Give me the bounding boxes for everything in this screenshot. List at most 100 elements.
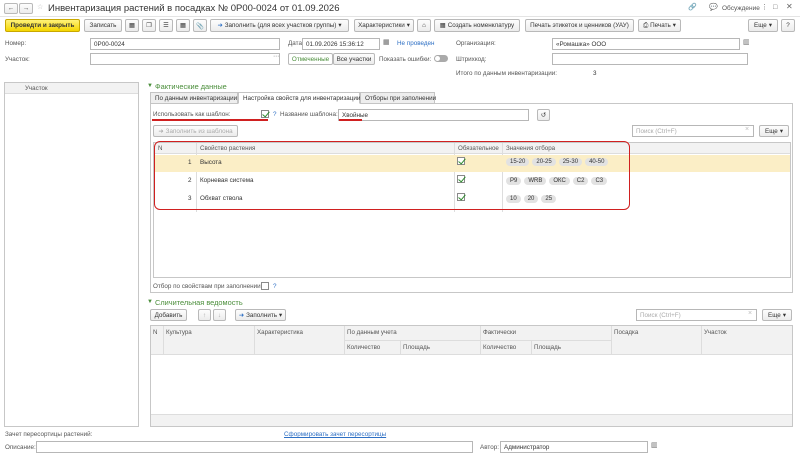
add-button[interactable]: Добавить	[150, 309, 187, 321]
fill-all-button[interactable]: ➜ Заполнить (для всех участков группы) ▾	[210, 19, 349, 32]
dropdown-icon[interactable]: ⋯	[273, 54, 279, 60]
underline-template-name	[339, 119, 362, 121]
print-button[interactable]: ⎙ Печать ▾	[638, 19, 681, 32]
col-qty: Количество	[347, 344, 381, 351]
attach-icon[interactable]: 📎	[193, 19, 207, 32]
col-qty2: Количество	[483, 344, 517, 351]
col-divider	[254, 326, 255, 355]
save-button[interactable]: Записать	[84, 19, 122, 32]
col-characteristic: Характеристика	[257, 329, 303, 336]
table-icon[interactable]: ▦	[176, 19, 190, 32]
structure-icon[interactable]: ▦	[125, 19, 139, 32]
fill-arrow-icon: ➜	[238, 311, 245, 319]
actual-section-title[interactable]: Фактические данные	[155, 82, 227, 91]
search-input[interactable]: Поиск (Ctrl+F)	[632, 125, 754, 137]
more-button[interactable]: Еще ▾	[748, 19, 778, 32]
all-plots-button[interactable]: Все участки	[333, 53, 375, 65]
filter-checkbox[interactable]	[261, 282, 269, 290]
col-divider	[531, 340, 532, 355]
plot-field[interactable]	[90, 53, 280, 65]
fill-from-template-button[interactable]: ➜ Заполнить из шаблона	[153, 125, 238, 137]
calendar-icon[interactable]: ▦	[383, 39, 390, 46]
header-divider	[344, 340, 611, 341]
chevron-down-icon: ▾	[406, 22, 410, 29]
open-icon[interactable]: ▥	[651, 442, 658, 449]
show-errors-label: Показать ошибки:	[379, 56, 432, 63]
tab-inventory-data[interactable]: По данным инвентаризации	[150, 92, 238, 104]
col-planting: Посадка	[614, 329, 639, 336]
chevron-down-icon: ▾	[338, 22, 342, 29]
clear-search-icon[interactable]: ×	[748, 310, 752, 317]
col-area: Площадь	[403, 344, 430, 351]
forward-button[interactable]: →	[19, 3, 33, 14]
filter-label: Отбор по свойствам при заполнении:	[153, 283, 263, 290]
author-label: Автор:	[480, 444, 499, 451]
more-button[interactable]: Еще ▾	[759, 125, 789, 137]
barcode-label: Штрихкод:	[456, 56, 487, 63]
filter-help[interactable]: ?	[273, 283, 277, 290]
tab-fill-filters[interactable]: Отборы при заполнении	[360, 92, 436, 104]
offset-link[interactable]: Сформировать зачет пересортицы	[284, 431, 386, 438]
chat-icon[interactable]: 💬	[709, 4, 718, 11]
more-button[interactable]: Еще ▾	[762, 309, 792, 321]
col-actual: Фактически	[483, 329, 517, 336]
help-button[interactable]: ?	[781, 19, 795, 32]
count-section-title[interactable]: Сличительная ведомость	[155, 298, 243, 307]
chevron-down-icon: ▾	[768, 22, 772, 29]
characteristics-button[interactable]: Характеристики ▾	[354, 19, 414, 32]
collapse-icon[interactable]: ▼	[147, 83, 153, 89]
show-errors-toggle[interactable]	[434, 55, 448, 62]
open-icon[interactable]: ▥	[743, 39, 750, 46]
col-divider	[400, 340, 401, 355]
marked-button[interactable]: Отмеченные	[288, 53, 333, 65]
template-name-label: Название шаблона:	[280, 111, 338, 118]
home-icon[interactable]: ⌂	[417, 19, 431, 32]
barcode-icon[interactable]: ☰	[159, 19, 173, 32]
toggle-knob	[435, 56, 440, 61]
col-plot: Участок	[704, 329, 727, 336]
author-field[interactable]: Администратор	[500, 441, 648, 453]
tab-property-settings[interactable]: Настройка свойств для инвентаризации	[238, 92, 360, 104]
description-label: Описание:	[5, 444, 36, 451]
use-template-checkbox[interactable]	[261, 110, 269, 118]
date-field[interactable]: 01.09.2026 15:36:12	[302, 38, 380, 50]
print-labels-button[interactable]: Печать этикеток и ценников (УАУ)	[525, 19, 634, 32]
nomenclature-icon: ▦	[439, 22, 446, 29]
link-icon[interactable]: 🔗	[688, 4, 697, 11]
template-name-field[interactable]: Хвойные	[338, 109, 529, 121]
star-icon[interactable]: ☆	[37, 4, 43, 11]
count-table-footer	[151, 414, 792, 426]
chevron-down-icon: ▾	[279, 311, 283, 319]
window-title: Инвентаризация растений в посадках № 0Р0…	[48, 3, 340, 14]
template-action-icon[interactable]: ↺	[537, 109, 550, 121]
clear-search-icon[interactable]: ×	[745, 126, 749, 133]
move-up-icon[interactable]: ↑	[198, 309, 211, 321]
discussion-link[interactable]: Обсуждение	[722, 5, 760, 12]
chevron-down-icon: ▾	[672, 22, 676, 29]
close-icon[interactable]: ✕	[786, 3, 793, 11]
col-divider	[611, 326, 612, 355]
col-by-account: По данным учета	[347, 329, 397, 336]
create-nomenclature-button[interactable]: ▦ Создать номенклатуру	[434, 19, 520, 32]
back-button[interactable]: ←	[4, 3, 18, 14]
col-area2: Площадь	[534, 344, 561, 351]
description-field[interactable]	[36, 441, 473, 453]
search-input[interactable]: Поиск (Ctrl+F)	[636, 309, 757, 321]
number-field[interactable]: 0Р00-0024	[90, 38, 280, 50]
menu-icon[interactable]: ⋮	[761, 4, 768, 11]
help-question[interactable]: ?	[273, 111, 277, 118]
fill-arrow-icon: ➜	[158, 127, 164, 135]
post-close-button[interactable]: Проведти и закрыть	[5, 19, 80, 32]
copy-icon[interactable]: ❐	[142, 19, 156, 32]
maximize-icon[interactable]: □	[773, 4, 777, 11]
total-label: Итого по данным инвентаризации:	[456, 70, 558, 77]
move-down-icon[interactable]: ↓	[213, 309, 226, 321]
org-label: Организация:	[456, 40, 496, 47]
fill-button[interactable]: ➜ Заполнить ▾	[235, 309, 286, 321]
plots-list[interactable]	[4, 82, 139, 427]
plot-label: Участок:	[5, 56, 30, 63]
collapse-icon[interactable]: ▼	[147, 299, 153, 305]
barcode-field[interactable]	[552, 53, 748, 65]
fill-arrow-icon: ➜	[217, 22, 223, 29]
org-field[interactable]: «Ромашка» ООО	[552, 38, 740, 50]
